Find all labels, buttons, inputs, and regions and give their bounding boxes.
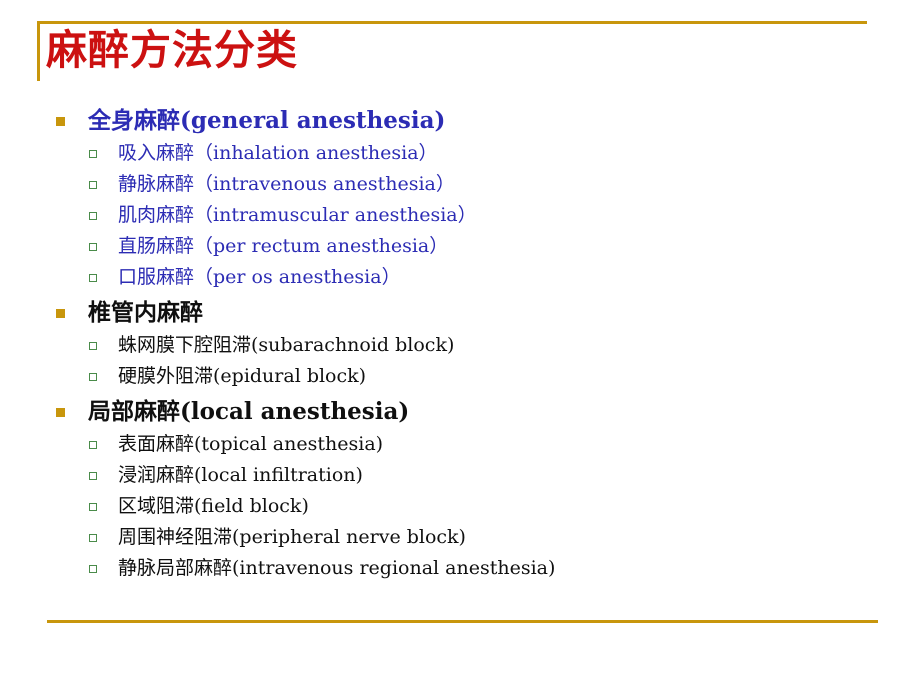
hollow-square-bullet-icon: [89, 150, 97, 158]
outline-sub-item: 肌肉麻醉（intramuscular anesthesia）: [0, 200, 920, 231]
presentation-slide: 麻醉方法分类 全身麻醉(general anesthesia) 吸入麻醉（inha…: [0, 0, 920, 690]
outline-heading: 全身麻醉(general anesthesia): [0, 104, 920, 138]
hollow-square-bullet-icon: [89, 342, 97, 350]
outline-sub-item-label: 蛛网膜下腔阻滞(subarachnoid block): [118, 334, 455, 356]
outline-sub-item-label: 表面麻醉(topical anesthesia): [118, 433, 384, 455]
content-outline: 全身麻醉(general anesthesia) 吸入麻醉（inhalation …: [0, 104, 920, 584]
outline-heading-label: 椎管内麻醉: [88, 299, 203, 326]
page-title: 麻醉方法分类: [46, 26, 298, 74]
outline-sub-item: 静脉麻醉（intravenous anesthesia）: [0, 169, 920, 200]
outline-heading-label: 局部麻醉(local anesthesia): [88, 398, 410, 425]
outline-sub-item-label: 肌肉麻醉（intramuscular anesthesia）: [118, 204, 477, 226]
outline-sub-item-label: 浸润麻醉(local infiltration): [118, 464, 363, 486]
square-bullet-icon: [56, 408, 65, 417]
outline-sub-item: 周围神经阻滞(peripheral nerve block): [0, 522, 920, 553]
outline-heading: 椎管内麻醉: [0, 296, 920, 330]
square-bullet-icon: [56, 117, 65, 126]
hollow-square-bullet-icon: [89, 441, 97, 449]
outline-sub-item-label: 静脉麻醉（intravenous anesthesia）: [118, 173, 455, 195]
hollow-square-bullet-icon: [89, 565, 97, 573]
outline-sub-item: 区域阻滞(field block): [0, 491, 920, 522]
outline-sub-item: 口服麻醉（per os anesthesia）: [0, 262, 920, 293]
hollow-square-bullet-icon: [89, 503, 97, 511]
outline-sub-item: 吸入麻醉（inhalation anesthesia）: [0, 138, 920, 169]
title-left-rule: [37, 21, 40, 81]
outline-heading: 局部麻醉(local anesthesia): [0, 395, 920, 429]
outline-heading-label: 全身麻醉(general anesthesia): [88, 107, 446, 134]
outline-sub-item-label: 直肠麻醉（per rectum anesthesia）: [118, 235, 449, 257]
hollow-square-bullet-icon: [89, 373, 97, 381]
hollow-square-bullet-icon: [89, 274, 97, 282]
outline-sub-item-label: 吸入麻醉（inhalation anesthesia）: [118, 142, 438, 164]
outline-sub-item: 硬膜外阻滞(epidural block): [0, 361, 920, 392]
outline-sub-item: 静脉局部麻醉(intravenous regional anesthesia): [0, 553, 920, 584]
hollow-square-bullet-icon: [89, 534, 97, 542]
hollow-square-bullet-icon: [89, 243, 97, 251]
outline-sub-item: 表面麻醉(topical anesthesia): [0, 429, 920, 460]
outline-sub-item: 直肠麻醉（per rectum anesthesia）: [0, 231, 920, 262]
outline-sub-item-label: 区域阻滞(field block): [118, 495, 309, 517]
outline-sub-item-label: 硬膜外阻滞(epidural block): [118, 365, 367, 387]
outline-sub-item-label: 周围神经阻滞(peripheral nerve block): [118, 526, 466, 548]
outline-sub-item: 蛛网膜下腔阻滞(subarachnoid block): [0, 330, 920, 361]
footer-rule: [47, 620, 878, 623]
hollow-square-bullet-icon: [89, 212, 97, 220]
outline-sub-item: 浸润麻醉(local infiltration): [0, 460, 920, 491]
square-bullet-icon: [56, 309, 65, 318]
outline-sub-item-label: 口服麻醉（per os anesthesia）: [118, 266, 401, 288]
hollow-square-bullet-icon: [89, 472, 97, 480]
outline-sub-item-label: 静脉局部麻醉(intravenous regional anesthesia): [118, 557, 556, 579]
hollow-square-bullet-icon: [89, 181, 97, 189]
